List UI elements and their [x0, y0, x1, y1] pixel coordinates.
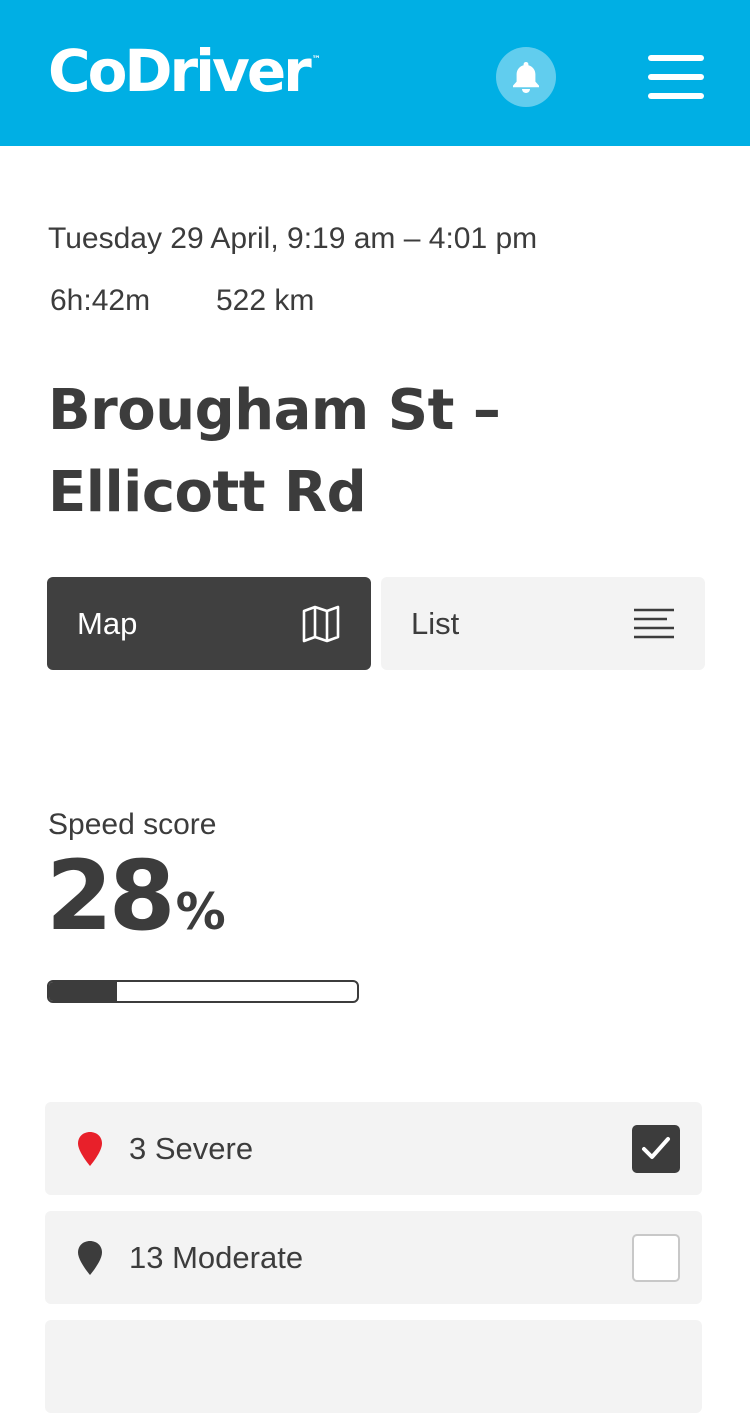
codriver-logo[interactable]: CoDriver ™ — [48, 42, 321, 100]
speed-score-progress-fill — [49, 982, 117, 1001]
notifications-button[interactable] — [496, 47, 556, 107]
map-icon — [302, 605, 340, 642]
app-header: CoDriver ™ — [0, 0, 750, 146]
trip-distance: 522 km — [216, 284, 315, 317]
speed-score-label: Speed score — [48, 808, 217, 841]
severe-pin-icon — [78, 1131, 102, 1166]
filter-label-severe: 3 Severe — [129, 1130, 254, 1166]
speed-score-progress-bar — [47, 980, 359, 1003]
trip-title: Brougham St – Ellicott Rd — [48, 378, 501, 525]
moderate-pin-icon — [78, 1240, 102, 1275]
filter-label-moderate: 13 Moderate — [129, 1239, 304, 1275]
filter-row-moderate[interactable]: 13 Moderate — [45, 1211, 702, 1304]
speed-score-unit: % — [175, 883, 226, 941]
speed-score-value: 28% — [46, 848, 226, 944]
moderate-checkbox[interactable] — [632, 1233, 680, 1282]
trip-duration: 6h:42m — [50, 284, 151, 317]
filter-row-severe[interactable]: 3 Severe — [45, 1102, 702, 1195]
map-view-button[interactable]: Map — [47, 577, 371, 670]
list-lines-icon — [634, 608, 674, 638]
list-view-label: List — [411, 605, 460, 641]
hamburger-menu-icon[interactable] — [648, 55, 704, 99]
map-view-label: Map — [77, 605, 138, 641]
checkmark-icon — [642, 1136, 670, 1159]
list-view-button[interactable]: List — [381, 577, 705, 670]
speed-score-number: 28 — [46, 840, 176, 952]
trip-date-time: Tuesday 29 April, 9:19 am – 4:01 pm — [48, 222, 538, 255]
severe-checkbox[interactable] — [632, 1124, 680, 1173]
bell-icon — [513, 62, 539, 93]
